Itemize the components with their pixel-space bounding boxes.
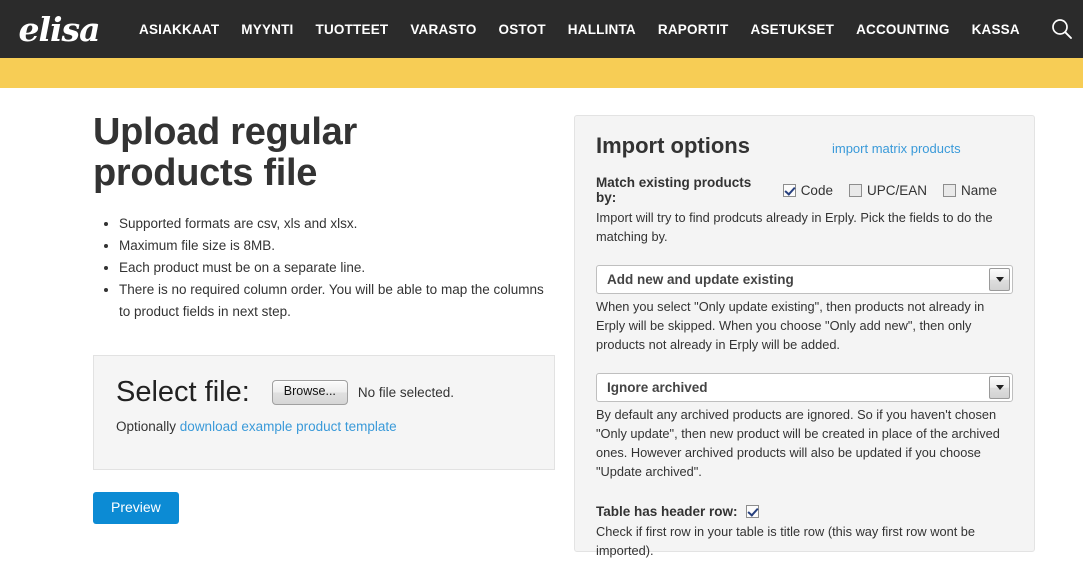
accent-bar xyxy=(0,58,1083,88)
list-item: Each product must be on a separate line. xyxy=(119,257,548,279)
checkbox-group-upc-ean: UPC/EAN xyxy=(848,182,927,198)
elisa-logo[interactable]: elisa xyxy=(14,9,104,49)
file-status-text: No file selected. xyxy=(357,385,454,400)
match-existing-label: Match existing products by: xyxy=(596,175,752,206)
nav-item-hallinta[interactable]: HALLINTA xyxy=(557,22,647,37)
nav-item-asetukset[interactable]: ASETUKSET xyxy=(740,22,846,37)
select-file-panel: Select file: Browse... No file selected.… xyxy=(93,355,555,470)
nav-item-raportit[interactable]: RAPORTIT xyxy=(647,22,740,37)
list-item: Maximum file size is 8MB. xyxy=(119,235,548,257)
checkbox-group-code: Code xyxy=(782,182,833,198)
optionally-label: Optionally xyxy=(116,419,180,434)
checkbox-code[interactable] xyxy=(782,183,796,197)
import-options-panel: Import options import matrix products Ma… xyxy=(574,115,1035,558)
checkbox-label-code: Code xyxy=(800,182,833,198)
preview-button[interactable]: Preview xyxy=(93,492,179,524)
top-navigation-bar: elisa ASIAKKAAT MYYNTI TUOTTEET VARASTO … xyxy=(0,0,1083,58)
page-title: Upload regular products file xyxy=(93,111,357,194)
archived-handling-select-value: Ignore archived xyxy=(607,379,708,395)
table-header-row-label: Table has header row: xyxy=(596,503,738,519)
table-header-row-help-text: Check if first row in your table is titl… xyxy=(596,523,976,558)
import-options-header: Import options import matrix products xyxy=(596,133,1013,158)
nav-item-ostot[interactable]: OSTOT xyxy=(488,22,557,37)
nav-item-kassa[interactable]: KASSA xyxy=(961,22,1031,37)
search-icon[interactable] xyxy=(1049,16,1075,42)
match-existing-products-row: Match existing products by: Code UPC/EAN… xyxy=(596,175,1013,205)
browse-button[interactable]: Browse... xyxy=(271,380,348,405)
template-download-line: Optionally download example product temp… xyxy=(116,419,554,434)
checkbox-upc-ean[interactable] xyxy=(848,183,862,197)
checkbox-table-has-header-row[interactable] xyxy=(745,504,759,518)
nav-item-myynti[interactable]: MYYNTI xyxy=(230,22,304,37)
chevron-down-icon[interactable] xyxy=(989,268,1010,292)
list-item: There is no required column order. You w… xyxy=(119,279,548,323)
checkbox-label-name: Name xyxy=(960,182,997,198)
archived-handling-help-text: By default any archived products are ign… xyxy=(596,406,1000,479)
match-help-text: Import will try to find prodcuts already… xyxy=(596,210,993,245)
import-options-title: Import options xyxy=(596,133,750,158)
checkbox-label-upc-ean: UPC/EAN xyxy=(866,182,927,198)
download-template-link[interactable]: download example product template xyxy=(180,419,397,434)
select-file-label: Select file: xyxy=(116,376,250,408)
checkbox-group-name: Name xyxy=(942,182,997,198)
nav-item-asiakkaat[interactable]: ASIAKKAAT xyxy=(128,22,230,37)
list-item: Supported formats are csv, xls and xlsx. xyxy=(119,213,548,235)
checkbox-name[interactable] xyxy=(942,183,956,197)
nav-item-tuotteet[interactable]: TUOTTEET xyxy=(305,22,400,37)
import-mode-select-value: Add new and update existing xyxy=(607,272,794,288)
table-header-row-option: Table has header row: xyxy=(596,504,1013,519)
import-mode-select[interactable]: Add new and update existing xyxy=(596,265,1013,295)
upload-intro-section: Upload regular products file Supported f… xyxy=(93,112,558,323)
import-mode-help-text: When you select "Only update existing", … xyxy=(596,299,985,352)
import-matrix-products-link[interactable]: import matrix products xyxy=(832,141,961,156)
archived-handling-select[interactable]: Ignore archived xyxy=(596,372,1013,402)
file-input-row: Select file: Browse... No file selected. xyxy=(116,378,554,407)
nav-item-varasto[interactable]: VARASTO xyxy=(399,22,487,37)
requirements-list: Supported formats are csv, xls and xlsx.… xyxy=(93,213,548,322)
nav-item-accounting[interactable]: ACCOUNTING xyxy=(845,22,961,37)
main-nav-links: ASIAKKAAT MYYNTI TUOTTEET VARASTO OSTOT … xyxy=(128,22,1031,37)
chevron-down-icon[interactable] xyxy=(989,375,1010,399)
